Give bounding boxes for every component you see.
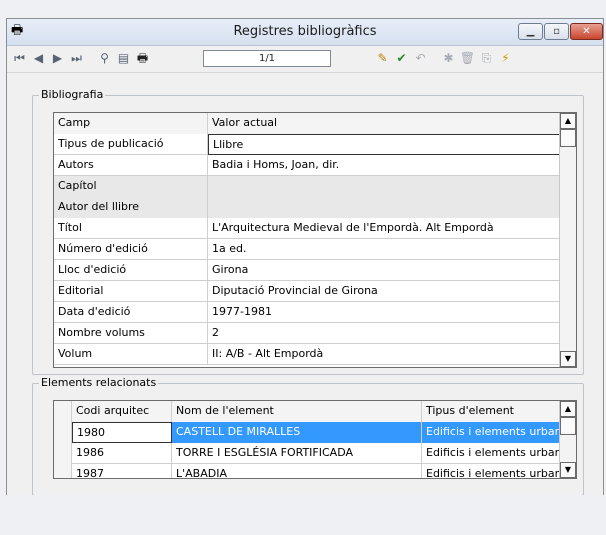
special-action-icon[interactable]: ⚡ bbox=[496, 49, 515, 68]
bibliographic-records-window: 🖶 Registres bibliogràfics ▁ ▫ ✕ ⏮ ◀ ▶ ⏭ … bbox=[6, 18, 604, 516]
field-name: Número d'edició bbox=[54, 239, 208, 260]
window-title: Registres bibliogràfics bbox=[233, 24, 377, 39]
bibliografia-grid[interactable]: Camp Valor actual Tipus de publicació Ll… bbox=[53, 112, 577, 368]
element-code: 1986 bbox=[72, 443, 172, 464]
column-header-type[interactable]: Tipus d'element bbox=[422, 401, 561, 422]
record-counter: 1/1 bbox=[203, 50, 331, 67]
column-header-camp[interactable]: Camp bbox=[54, 113, 208, 134]
field-value[interactable]: Girona bbox=[208, 260, 561, 281]
field-value[interactable]: Llibre bbox=[208, 134, 561, 155]
scroll-down-icon[interactable]: ▼ bbox=[560, 462, 576, 478]
field-name: Capítol bbox=[54, 176, 208, 197]
table-row[interactable]: Lloc d'edició Girona bbox=[54, 260, 561, 281]
element-type: Edificis i elements urbans bbox=[422, 422, 561, 443]
element-code: 1980 bbox=[72, 422, 172, 443]
table-row[interactable]: Volum II: A/B - Alt Empordà bbox=[54, 344, 561, 365]
grid-header: Camp Valor actual bbox=[54, 113, 561, 134]
table-row[interactable]: Tipus de publicació Llibre bbox=[54, 134, 561, 155]
table-row[interactable]: Títol L'Arquitectura Medieval de l'Empor… bbox=[54, 218, 561, 239]
bibliografia-scrollbar[interactable]: ▲ ▼ bbox=[559, 113, 576, 367]
elements-grid[interactable]: Codi arquitec Nom de l'element Tipus d'e… bbox=[53, 400, 577, 479]
bibliografia-group: Bibliografia Camp Valor actual Tipus de … bbox=[32, 88, 584, 375]
field-value[interactable] bbox=[208, 176, 561, 197]
elements-label: Elements relacionats bbox=[39, 376, 159, 389]
elements-scrollbar[interactable]: ▲ ▼ bbox=[559, 401, 576, 478]
element-name: L'ABADIA bbox=[172, 464, 422, 478]
delete-icon[interactable]: 🗑 bbox=[458, 49, 477, 68]
element-name: TORRE I ESGLÉSIA FORTIFICADA bbox=[172, 443, 422, 464]
bibliografia-label: Bibliografia bbox=[39, 88, 106, 101]
scroll-thumb[interactable] bbox=[560, 417, 576, 435]
row-indicator-column bbox=[54, 401, 72, 478]
field-value[interactable]: Badia i Homs, Joan, dir. bbox=[208, 155, 561, 176]
copy-icon[interactable]: ⎘ bbox=[477, 49, 496, 68]
field-value[interactable]: 1977-1981 bbox=[208, 302, 561, 323]
save-check-icon[interactable]: ✔ bbox=[392, 49, 411, 68]
print-icon[interactable]: 🖶 bbox=[133, 49, 152, 68]
first-record-icon[interactable]: ⏮ bbox=[10, 49, 29, 68]
table-row[interactable]: Data d'edició 1977-1981 bbox=[54, 302, 561, 323]
table-row[interactable]: 1986 TORRE I ESGLÉSIA FORTIFICADA Edific… bbox=[72, 443, 561, 464]
title-bar[interactable]: 🖶 Registres bibliogràfics ▁ ▫ ✕ bbox=[7, 19, 603, 46]
table-row[interactable]: Autors Badia i Homs, Joan, dir. bbox=[54, 155, 561, 176]
field-name: Nombre volums bbox=[54, 323, 208, 344]
field-name: Editorial bbox=[54, 281, 208, 302]
element-type: Edificis i elements urbans bbox=[422, 443, 561, 464]
column-header-code[interactable]: Codi arquitec bbox=[72, 401, 172, 422]
element-type: Edificis i elements urbans bbox=[422, 464, 561, 478]
field-value[interactable]: 1a ed. bbox=[208, 239, 561, 260]
grid-header: Codi arquitec Nom de l'element Tipus d'e… bbox=[72, 401, 561, 422]
field-value[interactable] bbox=[208, 197, 561, 218]
table-row[interactable]: Editorial Diputació Provincial de Girona bbox=[54, 281, 561, 302]
field-value[interactable]: Diputació Provincial de Girona bbox=[208, 281, 561, 302]
previous-record-icon[interactable]: ◀ bbox=[29, 49, 48, 68]
element-code: 1987 bbox=[72, 464, 172, 478]
next-record-icon[interactable]: ▶ bbox=[48, 49, 67, 68]
scroll-down-icon[interactable]: ▼ bbox=[560, 351, 576, 367]
element-name: CASTELL DE MIRALLES bbox=[172, 422, 422, 443]
filter-icon[interactable]: ▤ bbox=[114, 49, 133, 68]
toolbar: ⏮ ◀ ▶ ⏭ ⚲ ▤ 🖶 1/1 ✎ ✔ ↶ ✱ 🗑 ⎘ ⚡ bbox=[7, 46, 603, 73]
last-record-icon[interactable]: ⏭ bbox=[67, 49, 86, 68]
field-value[interactable]: L'Arquitectura Medieval de l'Empordà. Al… bbox=[208, 218, 561, 239]
close-button[interactable]: ✕ bbox=[570, 23, 603, 40]
field-name: Autor del llibre bbox=[54, 197, 208, 218]
table-row[interactable]: 1987 L'ABADIA Edificis i elements urbans bbox=[72, 464, 561, 478]
undo-icon[interactable]: ↶ bbox=[411, 49, 430, 68]
maximize-button[interactable]: ▫ bbox=[544, 23, 569, 40]
field-name: Títol bbox=[54, 218, 208, 239]
table-row[interactable]: 1980 CASTELL DE MIRALLES Edificis i elem… bbox=[72, 422, 561, 443]
column-header-name[interactable]: Nom de l'element bbox=[172, 401, 422, 422]
field-value[interactable]: 2 bbox=[208, 323, 561, 344]
field-value[interactable]: II: A/B - Alt Empordà bbox=[208, 344, 561, 365]
table-row[interactable]: Autor del llibre bbox=[54, 197, 561, 218]
status-bar bbox=[0, 495, 606, 535]
elements-group: Elements relacionats Codi arquitec Nom d… bbox=[32, 376, 584, 496]
find-binoculars-icon[interactable]: ⚲ bbox=[95, 49, 114, 68]
table-row[interactable]: Nombre volums 2 bbox=[54, 323, 561, 344]
edit-pencil-icon[interactable]: ✎ bbox=[373, 49, 392, 68]
field-name: Data d'edició bbox=[54, 302, 208, 323]
field-name: Tipus de publicació bbox=[54, 134, 208, 155]
scroll-up-icon[interactable]: ▲ bbox=[560, 401, 576, 417]
field-name: Lloc d'edició bbox=[54, 260, 208, 281]
minimize-button[interactable]: ▁ bbox=[518, 23, 543, 40]
scroll-thumb[interactable] bbox=[560, 129, 576, 147]
column-header-valor[interactable]: Valor actual bbox=[208, 113, 561, 134]
field-name: Autors bbox=[54, 155, 208, 176]
new-record-icon[interactable]: ✱ bbox=[439, 49, 458, 68]
field-name: Volum bbox=[54, 344, 208, 365]
table-row[interactable]: Capítol bbox=[54, 176, 561, 197]
scroll-up-icon[interactable]: ▲ bbox=[560, 113, 576, 129]
table-row[interactable]: Número d'edició 1a ed. bbox=[54, 239, 561, 260]
